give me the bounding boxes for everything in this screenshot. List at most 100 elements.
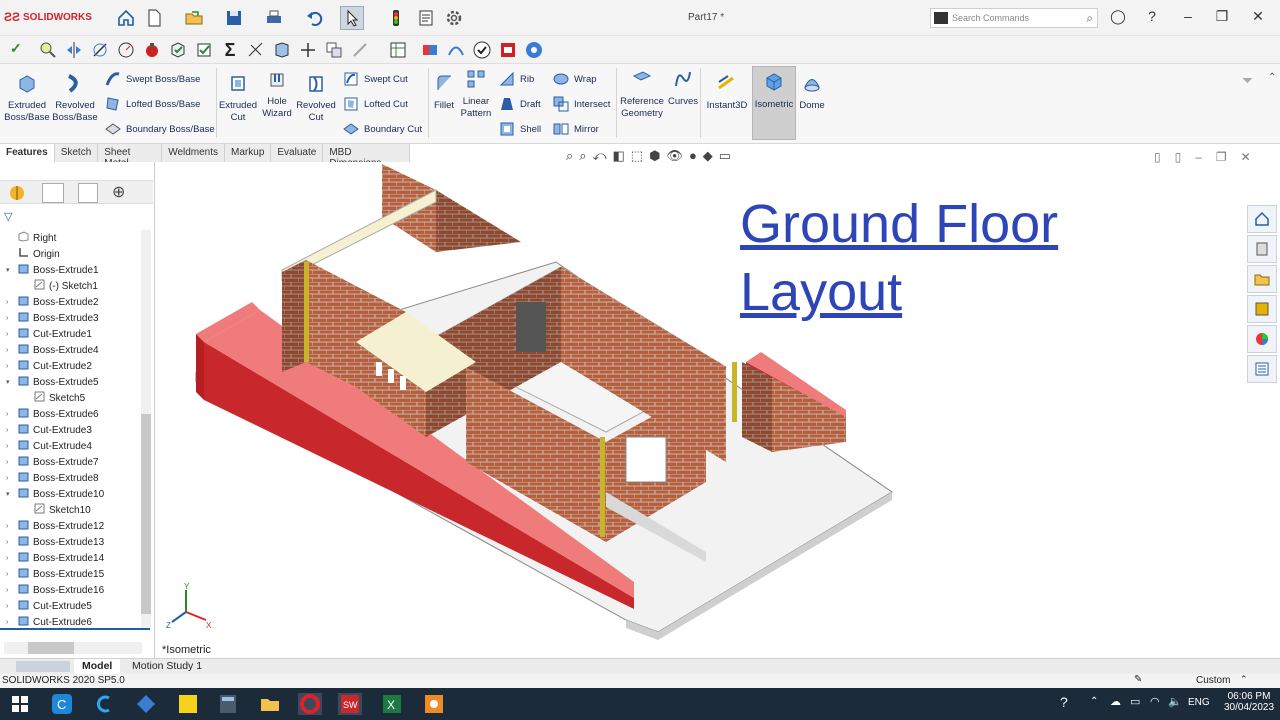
tray-expand-icon[interactable]: ⌃ bbox=[1090, 696, 1098, 707]
configuration-tab-icon[interactable] bbox=[78, 183, 98, 203]
expand-arrow-icon[interactable]: › bbox=[6, 603, 14, 610]
boundary-boss-button[interactable]: Boundary Boss/Base bbox=[104, 120, 215, 138]
rollback-bar[interactable] bbox=[0, 628, 150, 630]
tree-item[interactable]: Sketch5 bbox=[22, 390, 85, 406]
expand-arrow-icon[interactable]: › bbox=[6, 427, 14, 434]
orange-app-icon[interactable] bbox=[422, 693, 446, 715]
tree-item[interactable]: › Boss-Extrude13 bbox=[6, 534, 104, 550]
rebuild-traffic-light-icon[interactable] bbox=[384, 6, 408, 30]
tree-item[interactable]: › Boss-Extrude12 bbox=[6, 518, 104, 534]
smart-dimension-icon[interactable] bbox=[246, 40, 266, 60]
tab-evaluate[interactable]: Evaluate bbox=[271, 144, 324, 162]
section-view-icon[interactable] bbox=[272, 40, 292, 60]
tree-scrollbar[interactable] bbox=[141, 230, 151, 628]
expand-arrow-icon[interactable]: › bbox=[6, 331, 14, 338]
tree-item[interactable]: › Boss-Extrude8 bbox=[6, 470, 99, 486]
tab-scroll-buttons[interactable] bbox=[16, 661, 70, 672]
hole-wizard-button[interactable]: Hole Wizard bbox=[260, 68, 294, 120]
rotate-entities-icon[interactable] bbox=[90, 40, 110, 60]
custom-properties-icon[interactable] bbox=[1247, 355, 1277, 383]
mirror-entities-icon[interactable] bbox=[64, 40, 84, 60]
tree-horizontal-scrollbar[interactable] bbox=[4, 642, 142, 654]
undo-icon[interactable] bbox=[302, 6, 326, 30]
search-commands-box[interactable]: Search Commands ⌕ bbox=[930, 8, 1098, 28]
tree-item[interactable]: Origin bbox=[6, 246, 60, 262]
open-folder-icon[interactable] bbox=[182, 6, 206, 30]
tree-item[interactable]: ▾ Boss-Extrude1 bbox=[6, 262, 99, 278]
tab-features[interactable]: Features bbox=[0, 144, 55, 162]
curvature-icon[interactable] bbox=[446, 40, 466, 60]
expand-arrow-icon[interactable]: › bbox=[6, 315, 14, 322]
home-icon[interactable] bbox=[114, 6, 138, 30]
mass-properties-icon[interactable] bbox=[142, 40, 162, 60]
viewport-minimize-button[interactable]: – bbox=[1195, 150, 1202, 164]
extruded-boss-button[interactable]: Extruded Boss/Base bbox=[4, 72, 50, 124]
record-icon[interactable] bbox=[498, 40, 518, 60]
units-dropdown-icon[interactable]: ⌃ bbox=[1240, 674, 1248, 685]
print-icon[interactable] bbox=[262, 6, 286, 30]
expand-arrow-icon[interactable]: › bbox=[6, 587, 14, 594]
viewport-split2-icon[interactable]: ▯ bbox=[1175, 150, 1182, 164]
swept-cut-button[interactable]: Swept Cut bbox=[342, 70, 408, 88]
tree-item[interactable]: › Cut-Extrude4 bbox=[6, 438, 92, 454]
split-line-icon[interactable] bbox=[298, 40, 318, 60]
draft-button[interactable]: Draft bbox=[498, 95, 541, 113]
menu-expand-icon[interactable]: › bbox=[88, 12, 91, 23]
file-explorer-taskbar-icon[interactable] bbox=[258, 693, 282, 715]
tree-item[interactable]: ▾ Boss-Extrude10 bbox=[6, 486, 104, 502]
expand-arrow-icon[interactable]: › bbox=[6, 619, 14, 626]
tree-scroll-thumb[interactable] bbox=[141, 414, 151, 614]
spell-check-icon[interactable]: ✓ bbox=[10, 40, 30, 60]
property-manager-tab-icon[interactable] bbox=[42, 183, 64, 203]
edit-icon[interactable]: ✎ bbox=[1134, 674, 1142, 685]
filter-icon[interactable]: ⏷ bbox=[1242, 72, 1253, 89]
table-tool-icon[interactable] bbox=[388, 40, 408, 60]
curves-button[interactable]: Curves bbox=[666, 68, 700, 108]
file-explorer-icon[interactable] bbox=[1247, 265, 1277, 293]
tab-weldments[interactable]: Weldments bbox=[162, 144, 226, 162]
clock[interactable]: 06:06 PM 30/04/2023 bbox=[1224, 691, 1274, 713]
rib-button[interactable]: Rib bbox=[498, 70, 534, 88]
ccleaner-icon[interactable]: C bbox=[50, 693, 74, 715]
tree-item[interactable]: › Boss-Extrude3 bbox=[6, 310, 99, 326]
appearances-icon[interactable] bbox=[1247, 325, 1277, 353]
select-pointer-icon[interactable] bbox=[340, 6, 364, 30]
new-document-icon[interactable] bbox=[142, 6, 166, 30]
tree-item[interactable]: › Boss-Extrude15 bbox=[6, 566, 104, 582]
volume-icon[interactable]: 🔈 bbox=[1168, 695, 1182, 708]
tree-item[interactable]: › Boss-Extrude4 bbox=[6, 342, 99, 358]
expand-arrow-icon[interactable]: ▾ bbox=[6, 378, 14, 386]
windows-start-icon[interactable] bbox=[8, 693, 32, 715]
viewport-close-button[interactable]: ✕ bbox=[1241, 150, 1251, 164]
graphics-viewport[interactable]: ⌕ ⌕ ⤺ ◧ ⬚ ⬢ 👁 ● ◆ ▭ ▯ ▯ – ❐ ✕ Ground Flo… bbox=[156, 148, 1251, 658]
isometric-button[interactable]: Isometric bbox=[752, 66, 796, 140]
tab-model[interactable]: Model bbox=[74, 659, 121, 674]
feature-tree-tab-icon[interactable] bbox=[8, 183, 28, 203]
viewport-restore-button[interactable]: ❐ bbox=[1216, 150, 1227, 164]
tree-item[interactable]: › Cut-Extrude2 bbox=[6, 358, 92, 374]
expand-arrow-icon[interactable]: › bbox=[6, 363, 14, 370]
cloud-icon[interactable]: ☁ bbox=[1110, 695, 1121, 708]
intersect-button[interactable]: Intersect bbox=[552, 95, 610, 113]
collapse-ribbon-icon[interactable]: ⌃ bbox=[1268, 72, 1276, 83]
tree-item[interactable]: › Boss-Extrude2 bbox=[6, 294, 99, 310]
tree-item[interactable]: ▾ Boss-Extrude5 bbox=[6, 374, 99, 390]
sticky-notes-icon[interactable] bbox=[176, 693, 200, 715]
wrap-button[interactable]: Wrap bbox=[552, 70, 597, 88]
save-icon[interactable] bbox=[222, 6, 246, 30]
fillet-button[interactable]: Fillet bbox=[430, 72, 458, 112]
help-tray-icon[interactable]: ? bbox=[1060, 694, 1068, 710]
tree-item[interactable]: › Cut-Extrude5 bbox=[6, 598, 92, 614]
expand-arrow-icon[interactable]: ▾ bbox=[6, 266, 14, 274]
expand-arrow-icon[interactable]: › bbox=[6, 539, 14, 546]
help-icon[interactable]: ? bbox=[1140, 8, 1164, 28]
expand-arrow-icon[interactable]: › bbox=[6, 411, 14, 418]
calculator-icon[interactable] bbox=[216, 693, 240, 715]
battery-icon[interactable]: ▭ bbox=[1130, 695, 1140, 708]
zoom-fit-icon[interactable] bbox=[38, 40, 58, 60]
language-indicator[interactable]: ENG bbox=[1188, 697, 1210, 708]
revolved-boss-button[interactable]: Revolved Boss/Base bbox=[52, 72, 98, 124]
equations-sigma-icon[interactable]: Σ bbox=[220, 40, 240, 60]
shell-button[interactable]: Shell bbox=[498, 120, 541, 138]
file-properties-icon[interactable] bbox=[414, 6, 438, 30]
